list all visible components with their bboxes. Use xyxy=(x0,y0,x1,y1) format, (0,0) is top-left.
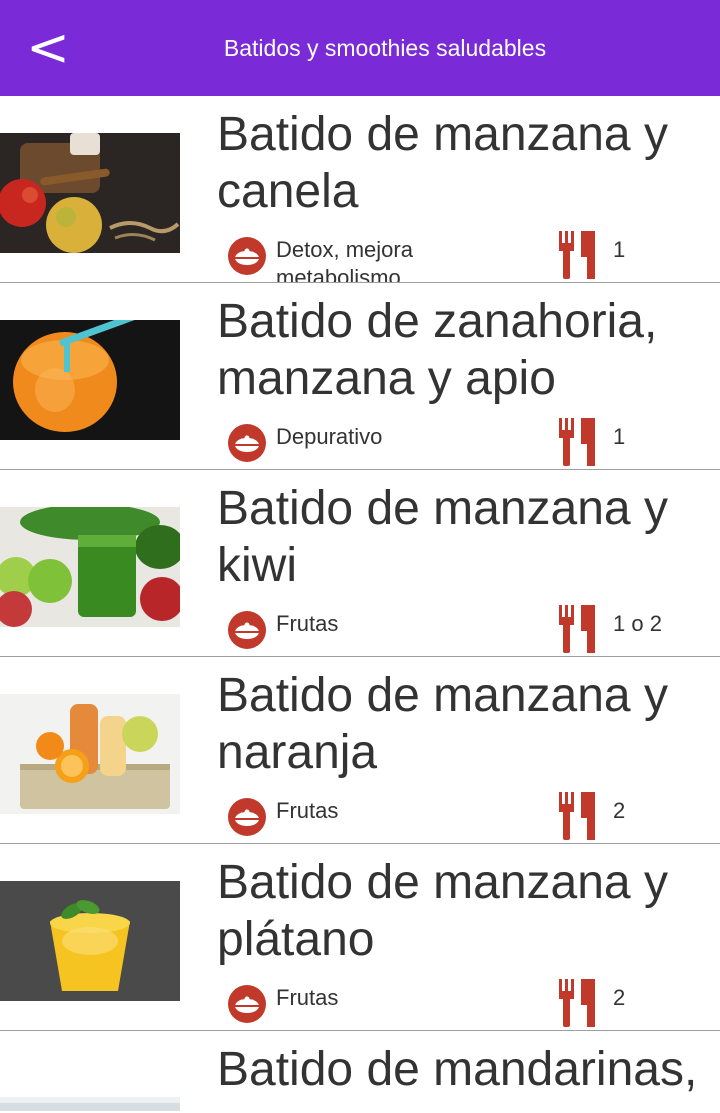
recipe-servings: 1 o 2 xyxy=(613,611,662,636)
recipe-thumbnail xyxy=(0,320,180,440)
recipe-title: Batido de manzana y plátano xyxy=(217,856,668,966)
app-bar: < Batidos y smoothies saludables xyxy=(0,0,720,96)
recipe-category: Depurativo xyxy=(276,424,383,449)
food-bowl-icon xyxy=(227,797,267,837)
recipe-category: Frutas xyxy=(276,611,339,636)
list-item[interactable]: Batido de manzana y kiwi Frutas 1 o 2 xyxy=(0,470,720,657)
fork-knife-icon xyxy=(557,418,597,468)
recipe-servings: 1 xyxy=(613,424,626,449)
recipe-thumbnail xyxy=(0,133,180,253)
list-item[interactable]: Batido de mandarinas, xyxy=(0,1031,720,1111)
recipe-category: Frutas xyxy=(276,985,339,1010)
food-bowl-icon xyxy=(227,236,267,276)
recipe-title: Batido de mandarinas, xyxy=(217,1043,698,1096)
fork-knife-icon xyxy=(557,979,597,1029)
back-button[interactable]: < xyxy=(20,18,76,78)
recipe-title: Batido de manzana y canela xyxy=(217,108,668,218)
recipe-thumbnail xyxy=(0,694,180,814)
recipe-servings: 2 xyxy=(613,798,626,823)
food-bowl-icon xyxy=(227,984,267,1024)
recipe-category: Frutas xyxy=(276,798,339,823)
recipe-thumbnail xyxy=(0,1097,180,1111)
list-item[interactable]: Batido de zanahoria, manzana y apio Depu… xyxy=(0,283,720,470)
fork-knife-icon xyxy=(557,792,597,842)
recipe-category: Detox, mejora metabolismo xyxy=(276,237,413,283)
list-item[interactable]: Batido de manzana y plátano Frutas 2 xyxy=(0,844,720,1031)
recipe-list: Batido de manzana y canela Detox, mejora… xyxy=(0,96,720,1111)
recipe-title: Batido de manzana y kiwi xyxy=(217,482,668,592)
food-bowl-icon xyxy=(227,423,267,463)
page-title: Batidos y smoothies saludables xyxy=(223,35,547,61)
recipe-thumbnail xyxy=(0,881,180,1001)
recipe-servings: 1 xyxy=(613,237,626,262)
food-bowl-icon xyxy=(227,610,267,650)
list-item[interactable]: Batido de manzana y naranja Frutas 2 xyxy=(0,657,720,844)
recipe-thumbnail xyxy=(0,507,180,627)
recipe-title: Batido de zanahoria, manzana y apio xyxy=(217,295,658,405)
fork-knife-icon xyxy=(557,231,597,281)
recipe-title: Batido de manzana y naranja xyxy=(217,669,668,779)
fork-knife-icon xyxy=(557,605,597,655)
recipe-servings: 2 xyxy=(613,985,626,1010)
list-item[interactable]: Batido de manzana y canela Detox, mejora… xyxy=(0,96,720,283)
